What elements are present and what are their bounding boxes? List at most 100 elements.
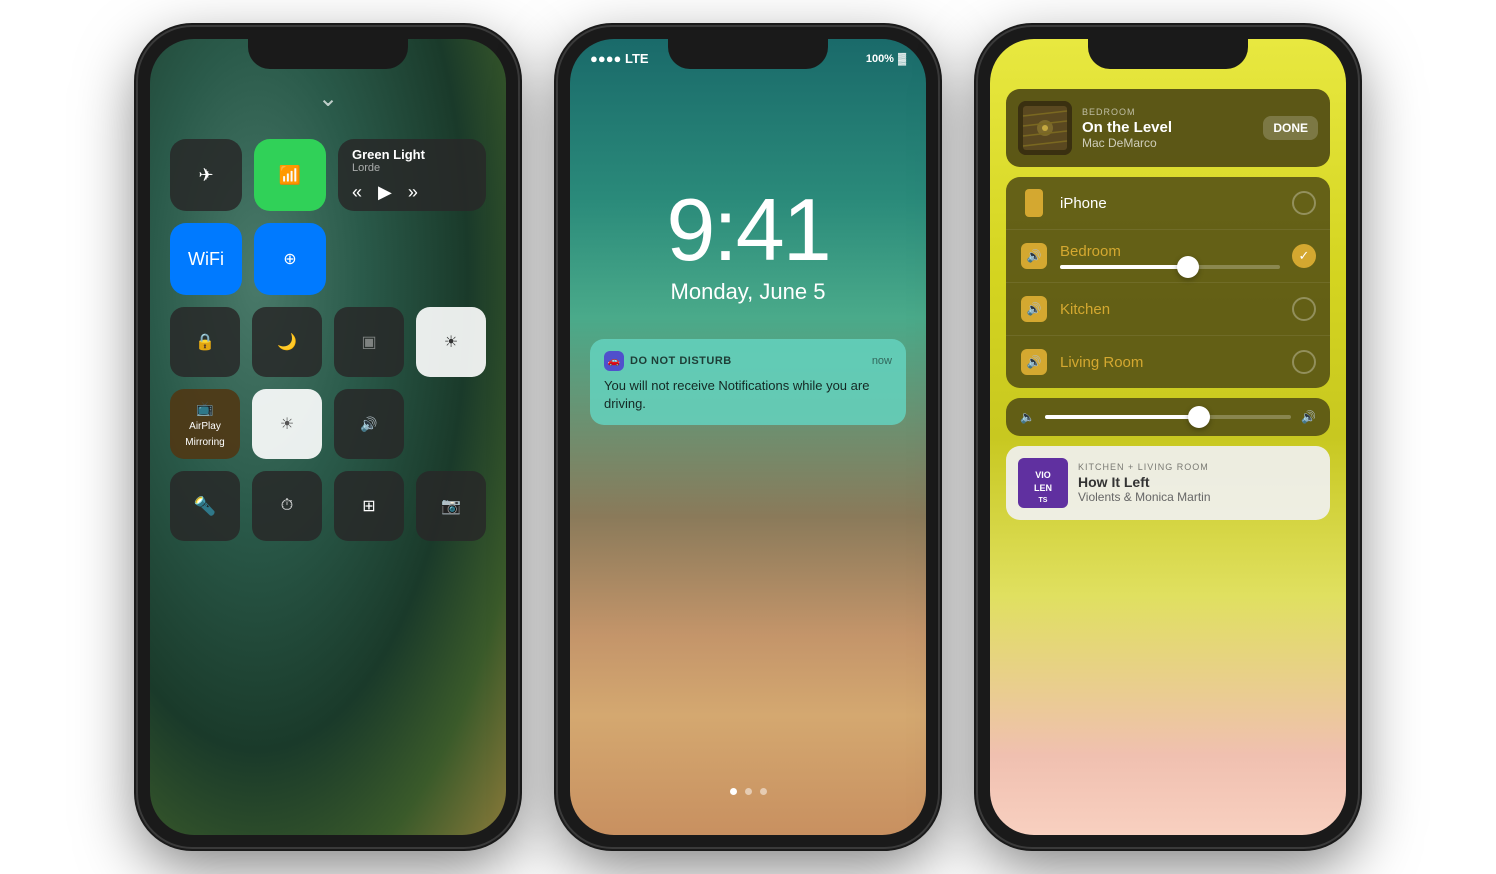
ap-device-livingroom[interactable]: 🔊 Living Room [1006, 336, 1330, 388]
ap-song-info: BEDROOM On the Level Mac DeMarco [1082, 107, 1253, 150]
cc-now-playing[interactable]: Green Light Lorde « ▶ » [338, 139, 486, 211]
cc-do-not-disturb[interactable]: 🌙 [252, 307, 322, 377]
album-art-svg [1018, 101, 1072, 155]
bedroom-device-icon: 🔊 [1020, 242, 1048, 270]
cc-calculator[interactable]: ⊞ [334, 471, 404, 541]
ap-now-playing-card: BEDROOM On the Level Mac DeMarco DONE [1006, 89, 1330, 167]
kitchen-device-icon: 🔊 [1020, 295, 1048, 323]
iphone-2-screen: ●●●● LTE 100% ▓ 9:41 Monday, June 5 🚗 D [570, 39, 926, 835]
ap-bedroom-volume-slider[interactable] [1060, 261, 1280, 269]
ls-notification-card[interactable]: 🚗 DO NOT DISTURB now You will not receiv… [590, 339, 906, 425]
sun-icon: ☀ [280, 414, 294, 434]
music-title: Green Light [352, 147, 425, 162]
mirroring-icon: ▣ [361, 332, 376, 352]
ap-kitchen-radio[interactable] [1292, 297, 1316, 321]
volume-icon: 🔊 [360, 416, 377, 433]
music-artist: Lorde [352, 162, 380, 174]
airplay-panel: BEDROOM On the Level Mac DeMarco DONE iP… [1006, 89, 1330, 520]
ap-iphone-radio[interactable] [1292, 191, 1316, 215]
ap-global-volume: 🔈 🔊 [1006, 398, 1330, 436]
svg-text:LEN: LEN [1034, 483, 1052, 493]
ap-livingroom-label: Living Room [1060, 354, 1280, 371]
ap-song-title: On the Level [1082, 119, 1253, 136]
ap-kitchen-label: Kitchen [1060, 301, 1280, 318]
notif-header: 🚗 DO NOT DISTURB now [604, 351, 892, 371]
cc-brightness-slider[interactable]: ☀ [252, 389, 322, 459]
cc-row-bottom: WiFi ⊕ [170, 223, 326, 295]
chevron-icon[interactable]: ⌄ [318, 84, 338, 113]
ap-album-art [1018, 101, 1072, 155]
cc-row-top: ✈ 📶 [170, 139, 326, 211]
calculator-icon: ⊞ [362, 496, 375, 516]
livingroom-device-icon: 🔊 [1020, 348, 1048, 376]
notif-timestamp: now [872, 355, 892, 367]
control-center-bg: ⌄ ✈ 📶 [150, 39, 506, 835]
cc-camera[interactable]: 📷 [416, 471, 486, 541]
cc-wifi-button[interactable]: WiFi [170, 223, 242, 295]
ap-bedroom-checkmark: ✓ [1292, 244, 1316, 268]
car-icon: 🚗 [608, 356, 620, 367]
cc-screen-mirroring[interactable]: ▣ [334, 307, 404, 377]
wifi-icon-2: WiFi [188, 249, 224, 270]
ap-done-button[interactable]: DONE [1263, 116, 1318, 140]
svg-text:TS: TS [1039, 497, 1048, 504]
ap-device-kitchen[interactable]: 🔊 Kitchen [1006, 283, 1330, 336]
notch-3 [1088, 39, 1248, 69]
ap-device-iphone[interactable]: iPhone [1006, 177, 1330, 230]
notif-body-text: You will not receive Notifications while… [604, 377, 892, 413]
iphone-1: ⌄ ✈ 📶 [138, 27, 518, 847]
cc-airplay-mirroring[interactable]: 📺 AirPlay Mirroring [170, 389, 240, 459]
ap-device-bedroom[interactable]: 🔊 Bedroom ✓ [1006, 230, 1330, 283]
battery-icon: ▓ [898, 53, 906, 65]
cc-volume-tile[interactable]: 🔊 [334, 389, 404, 459]
cc-bluetooth-button[interactable]: ⊕ [254, 223, 326, 295]
notif-app-title: DO NOT DISTURB [630, 355, 732, 367]
volume-thumb[interactable] [1177, 256, 1199, 278]
spacer [416, 389, 417, 459]
iphone-1-screen: ⌄ ✈ 📶 [150, 39, 506, 835]
notch-2 [668, 39, 828, 69]
airplay-label-2: Mirroring [185, 437, 224, 449]
bluetooth-icon: ⊕ [283, 249, 296, 269]
cc-flashlight[interactable]: 🔦 [170, 471, 240, 541]
ls-dot-1 [730, 788, 737, 795]
airplay-tv-icon: 📺 [196, 400, 213, 417]
status-icons: 100% ▓ [866, 53, 906, 65]
cc-brightness-tile[interactable]: ☀ [416, 307, 486, 377]
global-volume-fill [1045, 415, 1193, 419]
ap-livingroom-radio[interactable] [1292, 350, 1316, 374]
global-volume-thumb[interactable] [1188, 406, 1210, 428]
bedroom-info: Bedroom [1060, 243, 1280, 269]
brightness-icon: ☀ [444, 332, 458, 352]
volume-min-icon: 🔈 [1020, 410, 1035, 424]
next-button[interactable]: » [408, 182, 418, 203]
cc-row-network: ✈ 📶 WiFi ⊕ [170, 139, 486, 295]
lock-time: 9:41 [570, 179, 926, 281]
notif-app-icon: 🚗 [604, 351, 624, 371]
camera-icon: 📷 [441, 496, 461, 516]
notch-1 [248, 39, 408, 69]
play-button[interactable]: ▶ [378, 182, 392, 203]
cc-row-airplay: 📺 AirPlay Mirroring ☀ 🔊 [170, 389, 486, 459]
ap-second-song-info: KITCHEN + LIVING ROOM How It Left Violen… [1078, 462, 1318, 504]
ap-second-venue: KITCHEN + LIVING ROOM [1078, 462, 1318, 472]
ap-second-album-art: VIO LEN TS [1018, 458, 1068, 508]
lock-date: Monday, June 5 [570, 279, 926, 305]
ls-page-dots [570, 788, 926, 795]
cc-timer[interactable]: ⏱ [252, 471, 322, 541]
iphone-3: BEDROOM On the Level Mac DeMarco DONE iP… [978, 27, 1358, 847]
cc-wifi-toggle[interactable]: 📶 [254, 139, 326, 211]
music-controls: « ▶ » [352, 182, 418, 203]
cc-row-controls: 🔒 🌙 ▣ ☀ [170, 307, 486, 377]
airplay-bg: BEDROOM On the Level Mac DeMarco DONE iP… [990, 39, 1346, 835]
speaker-kitchen-icon: 🔊 [1021, 296, 1047, 322]
cc-airplane-mode[interactable]: ✈ [170, 139, 242, 211]
cc-screen-lock[interactable]: 🔒 [170, 307, 240, 377]
ap-song-artist: Mac DeMarco [1082, 136, 1253, 150]
phone-shape-icon [1025, 189, 1043, 217]
wifi-icon: 📶 [279, 165, 301, 186]
airplay-label: AirPlay [189, 421, 221, 433]
ap-second-title: How It Left [1078, 474, 1318, 490]
global-volume-track[interactable] [1045, 415, 1291, 419]
prev-button[interactable]: « [352, 182, 362, 203]
